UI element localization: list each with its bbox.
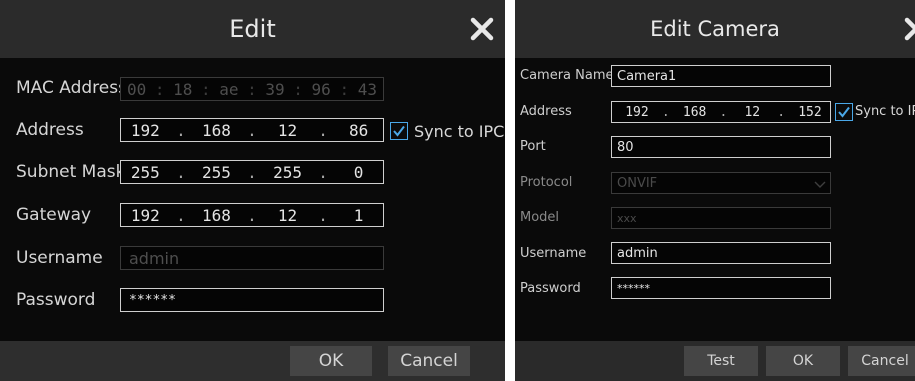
ip-octet[interactable]: 0 (341, 163, 377, 182)
mac-address-label: MAC Address (16, 78, 127, 98)
port-field[interactable]: 80 (611, 136, 831, 158)
ip-octet[interactable]: 255 (270, 163, 306, 182)
ip-octet[interactable]: 12 (270, 121, 306, 140)
edit-dialog: Edit MAC Address 00: 18: ae: 39: 96: 43 … (0, 0, 505, 381)
cancel-button[interactable]: Cancel (388, 346, 470, 376)
gateway-label: Gateway (16, 205, 92, 225)
ok-button[interactable]: OK (290, 346, 372, 376)
subnet-mask-label: Subnet Mask (16, 162, 126, 182)
sync-to-ipc-checkbox[interactable] (835, 103, 853, 121)
mac-octet: 43 (357, 79, 377, 99)
ok-button[interactable]: OK (766, 346, 840, 376)
dialog-titlebar: Edit Camera (515, 0, 915, 58)
username-label: Username (520, 246, 587, 261)
camera-name-label: Camera Name (520, 68, 614, 83)
protocol-label: Protocol (520, 175, 573, 190)
checkmark-icon (838, 106, 850, 118)
ip-octet[interactable]: 168 (680, 105, 710, 120)
password-field[interactable]: ****** (611, 277, 831, 299)
port-label: Port (520, 139, 546, 154)
close-icon[interactable] (467, 14, 497, 44)
mac-octet: 18 (173, 79, 193, 99)
address-ip-field[interactable]: 192. 168. 12. 86 (120, 118, 384, 142)
subnet-mask-field[interactable]: 255. 255. 255. 0 (120, 160, 384, 184)
dialog-footer: OK Cancel (0, 341, 505, 381)
address-label: Address (16, 120, 84, 140)
ip-octet[interactable]: 152 (795, 105, 825, 120)
sync-to-ipc-label: Sync to IPC (414, 122, 505, 141)
username-label: Username (16, 248, 103, 268)
dialog-title: Edit (229, 15, 276, 43)
ip-octet[interactable]: 168 (198, 121, 234, 140)
address-label: Address (520, 104, 572, 119)
ip-octet[interactable]: 192 (622, 105, 652, 120)
edit-camera-dialog: Edit Camera Camera Name Camera1 Address … (515, 0, 915, 381)
close-icon[interactable] (901, 14, 915, 44)
dialog-titlebar: Edit (0, 0, 505, 58)
sync-to-ipc-checkbox[interactable] (390, 122, 408, 140)
ip-octet[interactable]: 12 (270, 206, 306, 225)
ip-octet[interactable]: 86 (341, 121, 377, 140)
sync-to-ipc-label: Sync to IPC (855, 104, 915, 119)
mac-address-field: 00: 18: ae: 39: 96: 43 (120, 77, 384, 101)
gateway-field[interactable]: 192. 168. 12. 1 (120, 203, 384, 227)
ip-octet[interactable]: 192 (127, 121, 163, 140)
protocol-select: ONVIF (611, 172, 831, 194)
ip-octet[interactable]: 255 (127, 163, 163, 182)
test-button[interactable]: Test (684, 346, 758, 376)
model-label: Model (520, 210, 560, 225)
ip-octet[interactable]: 255 (198, 163, 234, 182)
ip-octet[interactable]: 12 (737, 105, 767, 120)
ip-octet[interactable]: 168 (198, 206, 234, 225)
mac-octet: 96 (311, 79, 331, 99)
mac-octet: ae (219, 79, 239, 99)
username-field: admin (120, 246, 384, 270)
protocol-value: ONVIF (617, 175, 658, 191)
checkmark-icon (393, 125, 405, 137)
username-field[interactable]: admin (611, 242, 831, 264)
ip-octet[interactable]: 192 (127, 206, 163, 225)
model-field: xxx (611, 207, 831, 229)
mac-octet: 00 (126, 79, 147, 99)
cancel-button[interactable]: Cancel (848, 346, 915, 376)
camera-name-field[interactable]: Camera1 (611, 65, 831, 87)
password-label: Password (16, 290, 96, 310)
address-ip-field[interactable]: 192. 168. 12. 152 (611, 101, 831, 123)
dialog-title: Edit Camera (650, 17, 780, 41)
chevron-down-icon (814, 181, 826, 188)
dialog-footer: Test OK Cancel (515, 341, 915, 381)
password-label: Password (520, 281, 581, 296)
password-field[interactable]: ****** (120, 288, 384, 312)
ip-octet[interactable]: 1 (341, 206, 377, 225)
mac-octet: 39 (265, 79, 285, 99)
